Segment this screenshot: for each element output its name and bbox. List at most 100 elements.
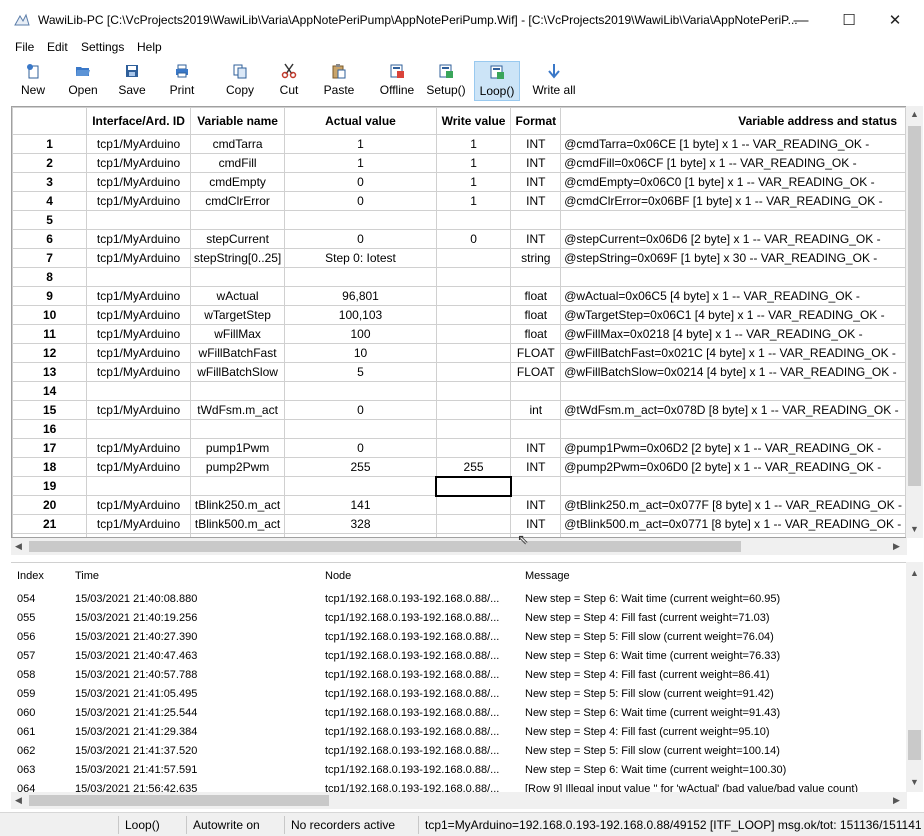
log-hscroll-thumb[interactable]	[29, 795, 329, 806]
table-row[interactable]: 15 tcp1/MyArduino tWdFsm.m_act 0 int @tWdFsm.…	[12, 400, 906, 420]
cell-variable-name[interactable]: wActual	[189, 286, 286, 306]
cell-status[interactable]: @tBlink250.m_act=0x077F [8 byte] x 1 -- …	[560, 495, 906, 515]
grid-header-format[interactable]: Format	[510, 107, 562, 135]
cell-write-value[interactable]: 1	[435, 153, 512, 173]
cell-variable-name[interactable]	[189, 381, 286, 401]
cell-actual-value[interactable]: 10	[284, 343, 437, 363]
grid-header-actual-value[interactable]: Actual value	[284, 107, 437, 135]
log-scroll-right-icon[interactable]: ▶	[893, 795, 900, 806]
table-row[interactable]: 20 tcp1/MyArduino tBlink250.m_act 141 INT @tB…	[12, 495, 906, 515]
cell-status[interactable]: @wFillMax=0x0218 [4 byte] x 1 -- VAR_REA…	[560, 324, 906, 344]
cell-actual-value[interactable]: 0	[284, 400, 437, 420]
table-row[interactable]: 9 tcp1/MyArduino wActual 96,801 float @wActua…	[12, 286, 906, 306]
cell-actual-value[interactable]: 96,801	[284, 286, 437, 306]
cell-status[interactable]: @cmdFill=0x06CF [1 byte] x 1 -- VAR_READ…	[560, 153, 906, 173]
cell-actual-value[interactable]	[284, 381, 437, 401]
table-row[interactable]: 14	[12, 381, 906, 401]
grid-hscroll-thumb[interactable]	[29, 541, 741, 552]
list-item[interactable]: 062 15/03/2021 21:41:37.520 tcp1/192.168.0…	[11, 741, 907, 760]
log-scroll-down-icon[interactable]: ▼	[910, 777, 919, 787]
cell-write-value[interactable]: 255	[435, 457, 512, 477]
cell-variable-name[interactable]: stepString[0..25]	[189, 248, 286, 268]
cell-interface[interactable]: tcp1/MyArduino	[86, 134, 191, 154]
cell-variable-name[interactable]: tWdFsm.m_act	[189, 400, 286, 420]
cell-actual-value[interactable]: 141	[284, 495, 437, 515]
cell-variable-name[interactable]: pump2Pwm	[189, 457, 286, 477]
table-row[interactable]: 16	[12, 419, 906, 439]
cell-format[interactable]: INT	[510, 153, 562, 173]
cell-format[interactable]: INT	[510, 191, 562, 211]
cell-write-value[interactable]	[435, 495, 512, 515]
list-item[interactable]: 064 15/03/2021 21:56:42.635 tcp1/192.168.0…	[11, 779, 907, 793]
log-header-node[interactable]: Node	[319, 563, 519, 589]
cell-interface[interactable]	[86, 267, 191, 287]
cell-interface[interactable]	[86, 476, 191, 496]
cell-write-value[interactable]	[435, 267, 512, 287]
cell-status[interactable]: @pump2Pwm=0x06D0 [2 byte] x 1 -- VAR_REA…	[560, 457, 906, 477]
offline-button[interactable]: Offline	[374, 61, 420, 101]
scroll-up-icon[interactable]: ▲	[910, 109, 919, 119]
log-header-time[interactable]: Time	[69, 563, 319, 589]
cell-status[interactable]	[560, 419, 906, 439]
cell-interface[interactable]: tcp1/MyArduino	[86, 324, 191, 344]
cell-format[interactable]: INT	[510, 134, 562, 154]
cell-variable-name[interactable]: tBlink250.m_act	[189, 495, 286, 515]
log-vscroll-thumb[interactable]	[908, 730, 921, 760]
cell-actual-value[interactable]	[284, 210, 437, 230]
print-button[interactable]: Print	[160, 61, 204, 101]
table-row[interactable]: 1 tcp1/MyArduino cmdTarra 1 1 INT @cmdTarra=0x…	[12, 134, 906, 154]
cell-write-value[interactable]: 1	[435, 172, 512, 192]
cell-format[interactable]	[510, 381, 562, 401]
cell-actual-value[interactable]: Step 0: Iotest	[284, 248, 437, 268]
cell-status[interactable]: @wFillBatchSlow=0x0214 [4 byte] x 1 -- V…	[560, 362, 906, 382]
cell-write-value[interactable]: 1	[435, 134, 512, 154]
cell-status[interactable]	[560, 267, 906, 287]
cell-actual-value[interactable]: 0	[284, 191, 437, 211]
cell-interface[interactable]: tcp1/MyArduino	[86, 457, 191, 477]
table-row[interactable]: 2 tcp1/MyArduino cmdFill 1 1 INT @cmdFill=0x06…	[12, 153, 906, 173]
setup-button[interactable]: Setup()	[424, 61, 468, 101]
menu-file[interactable]: File	[15, 40, 34, 54]
cell-interface[interactable]: tcp1/MyArduino	[86, 286, 191, 306]
cell-variable-name[interactable]	[189, 210, 286, 230]
list-item[interactable]: 059 15/03/2021 21:41:05.495 tcp1/192.168.0…	[11, 684, 907, 703]
cell-format[interactable]: INT	[510, 438, 562, 458]
cell-status[interactable]: @tBlink500.m_act=0x0771 [8 byte] x 1 -- …	[560, 514, 906, 534]
cell-format[interactable]: INT	[510, 172, 562, 192]
cell-variable-name[interactable]	[189, 267, 286, 287]
cell-write-value[interactable]	[435, 438, 512, 458]
cell-variable-name[interactable]: cmdEmpty	[189, 172, 286, 192]
cell-actual-value[interactable]: 5	[284, 362, 437, 382]
cell-status[interactable]: @wFillBatchFast=0x021C [4 byte] x 1 -- V…	[560, 343, 906, 363]
cell-format[interactable]: FLOAT	[510, 343, 562, 363]
paste-button[interactable]: Paste	[318, 61, 360, 101]
cell-write-value[interactable]: 0	[435, 229, 512, 249]
list-item[interactable]: 057 15/03/2021 21:40:47.463 tcp1/192.168.0…	[11, 646, 907, 665]
write-all-button[interactable]: Write all	[528, 61, 580, 101]
cell-interface[interactable]: tcp1/MyArduino	[86, 514, 191, 534]
log-horizontal-scrollbar[interactable]: ◀ ▶	[11, 792, 907, 809]
cell-write-value[interactable]	[435, 210, 512, 230]
table-row[interactable]: 8	[12, 267, 906, 287]
cell-interface[interactable]	[86, 381, 191, 401]
cell-format[interactable]: string	[510, 248, 562, 268]
table-row[interactable]: 12 tcp1/MyArduino wFillBatchFast 10 FLOAT @wF…	[12, 343, 906, 363]
table-row[interactable]: 18 tcp1/MyArduino pump2Pwm 255 255 INT @pump2P…	[12, 457, 906, 477]
close-button[interactable]: ✕	[872, 6, 918, 36]
cell-variable-name[interactable]: stepCurrent	[189, 229, 286, 249]
table-row[interactable]: 21 tcp1/MyArduino tBlink500.m_act 328 INT @tB…	[12, 514, 906, 534]
new-button[interactable]: New	[12, 61, 54, 101]
list-item[interactable]: 061 15/03/2021 21:41:29.384 tcp1/192.168.0…	[11, 722, 907, 741]
cell-interface[interactable]: tcp1/MyArduino	[86, 343, 191, 363]
cell-format[interactable]	[510, 419, 562, 439]
cell-variable-name[interactable]: tBlink500.m_act	[189, 514, 286, 534]
menu-edit[interactable]: Edit	[47, 40, 68, 54]
cell-status[interactable]: @wTargetStep=0x06C1 [4 byte] x 1 -- VAR_…	[560, 305, 906, 325]
cell-write-value[interactable]	[435, 248, 512, 268]
cell-write-value[interactable]	[435, 305, 512, 325]
table-row[interactable]: 3 tcp1/MyArduino cmdEmpty 0 1 INT @cmdEmpty=0x…	[12, 172, 906, 192]
save-button[interactable]: Save	[112, 61, 152, 101]
cell-interface[interactable]: tcp1/MyArduino	[86, 153, 191, 173]
cell-format[interactable]: int	[510, 400, 562, 420]
cell-write-value[interactable]	[435, 362, 512, 382]
